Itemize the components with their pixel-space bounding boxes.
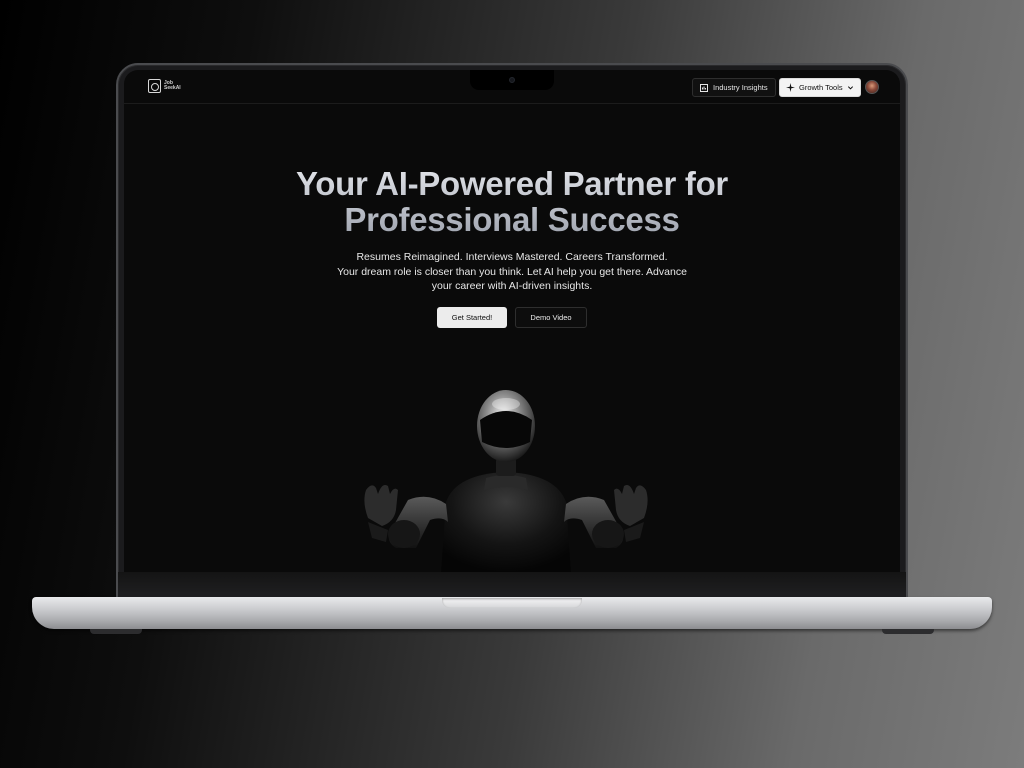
laptop-screen: Job SeekAI Industry Insights Growth Tool…: [124, 70, 900, 578]
subtitle-line-2: Your dream role is closer than you think…: [337, 265, 687, 278]
headline-line-2: Professional Success: [344, 201, 680, 238]
hero-headline: Your AI-Powered Partner for Professional…: [124, 166, 900, 238]
growth-tools-label: Growth Tools: [799, 83, 843, 92]
camera-icon: [509, 77, 515, 83]
hero-section: Your AI-Powered Partner for Professional…: [124, 166, 900, 328]
laptop-open-notch: [442, 598, 582, 608]
robot-illustration: [364, 390, 648, 572]
logo-text: Job SeekAI: [164, 81, 181, 91]
subtitle-line-1: Resumes Reimagined. Interviews Mastered.…: [356, 251, 668, 263]
logo-icon: [148, 79, 161, 93]
avatar[interactable]: [865, 80, 879, 94]
industry-insights-button[interactable]: Industry Insights: [692, 78, 776, 97]
hero-subtitle: Resumes Reimagined. Interviews Mastered.…: [124, 250, 900, 294]
chart-grid-icon: [700, 83, 708, 92]
laptop-foot-left: [90, 629, 142, 634]
growth-tools-dropdown[interactable]: Growth Tools: [779, 78, 861, 97]
sparkle-icon: [786, 83, 795, 92]
screen-bottom-bezel: [118, 572, 906, 598]
get-started-button[interactable]: Get Started!: [437, 306, 507, 328]
industry-insights-label: Industry Insights: [713, 83, 768, 92]
subtitle-line-3: your career with AI-driven insights.: [431, 280, 593, 292]
chevron-down-icon: [847, 86, 853, 90]
cta-row: Get Started! Demo Video: [124, 306, 900, 328]
logo[interactable]: Job SeekAI: [148, 79, 181, 93]
laptop-foot-right: [882, 629, 934, 634]
headline-line-1: Your AI-Powered Partner for: [296, 165, 728, 202]
demo-video-button[interactable]: Demo Video: [515, 306, 587, 328]
logo-line-2: SeekAI: [164, 85, 181, 91]
